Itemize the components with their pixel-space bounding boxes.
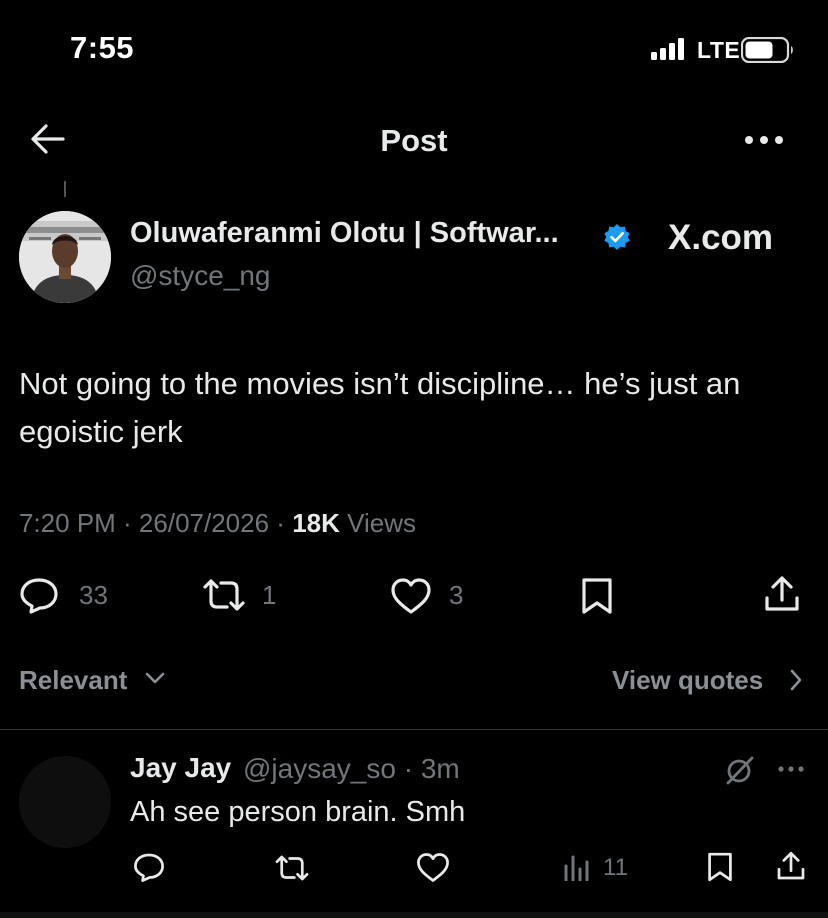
bookmark-icon <box>582 578 612 614</box>
reply-views-button[interactable] <box>563 853 591 881</box>
page-title: Post <box>380 123 448 158</box>
battery-icon <box>741 37 795 63</box>
reply-text: Ah see person brain. Smh <box>130 796 466 828</box>
reply-share-button[interactable] <box>775 850 807 882</box>
signal-bars-icon <box>651 38 691 60</box>
reply-avatar[interactable] <box>19 756 111 848</box>
heart-icon <box>391 578 431 614</box>
reply-repost-button[interactable] <box>273 853 311 883</box>
chevron-down-icon <box>145 671 165 685</box>
reply-like-button[interactable] <box>416 852 450 883</box>
heart-icon <box>417 853 449 882</box>
reply-icon <box>20 578 58 614</box>
status-time: 7:55 <box>70 30 135 65</box>
like-button[interactable] <box>390 577 432 615</box>
views-label: Views <box>347 508 417 538</box>
thread-connector <box>64 181 66 197</box>
more-horizontal-icon <box>745 136 783 144</box>
share-button[interactable] <box>762 574 802 614</box>
reply-button[interactable] <box>19 575 59 615</box>
reply-bookmark-button[interactable] <box>706 851 734 883</box>
post-meta: 7:20 PM · 26/07/2026 · 18K Views <box>19 508 416 539</box>
bookmark-icon <box>708 852 732 882</box>
reply-views-count: 11 <box>603 854 628 881</box>
source-watermark: X.com <box>668 218 774 257</box>
reply-icon <box>134 853 164 882</box>
author-name[interactable]: Oluwaferanmi Olotu | Softwar... <box>130 217 559 250</box>
reply-handle-time[interactable]: @jaysay_so · 3m <box>243 753 460 785</box>
share-icon <box>765 576 799 611</box>
view-quotes-link[interactable]: View quotes <box>612 665 763 696</box>
repost-icon <box>203 579 245 611</box>
reply-reply-button[interactable] <box>133 851 165 883</box>
repost-button[interactable] <box>200 577 248 613</box>
more-horizontal-icon <box>778 766 804 772</box>
reply-more-button[interactable] <box>778 765 804 773</box>
network-label: LTE <box>697 37 741 63</box>
more-button[interactable] <box>744 134 784 146</box>
grok-button[interactable] <box>724 754 756 786</box>
views-count: 18K <box>292 508 340 538</box>
share-icon <box>777 851 805 880</box>
reply-count: 33 <box>79 580 108 610</box>
repost-icon <box>275 855 309 881</box>
bottom-edge <box>0 912 828 918</box>
grok-icon <box>726 756 754 785</box>
sort-dropdown[interactable]: Relevant <box>19 665 127 696</box>
bookmark-button[interactable] <box>580 576 614 616</box>
post-text: Not going to the movies isn’t discipline… <box>19 366 741 449</box>
chevron-right-icon <box>789 669 803 691</box>
avatar[interactable] <box>19 211 111 303</box>
post-timestamp: 7:20 PM · 26/07/2026 · <box>19 508 285 538</box>
bar-chart-icon <box>564 855 589 881</box>
repost-count: 1 <box>262 580 277 610</box>
divider <box>0 729 828 730</box>
verified-badge-icon <box>603 223 631 251</box>
like-count: 3 <box>449 580 464 610</box>
reply-author-name[interactable]: Jay Jay <box>130 752 231 784</box>
author-handle[interactable]: @styce_ng <box>130 260 271 292</box>
